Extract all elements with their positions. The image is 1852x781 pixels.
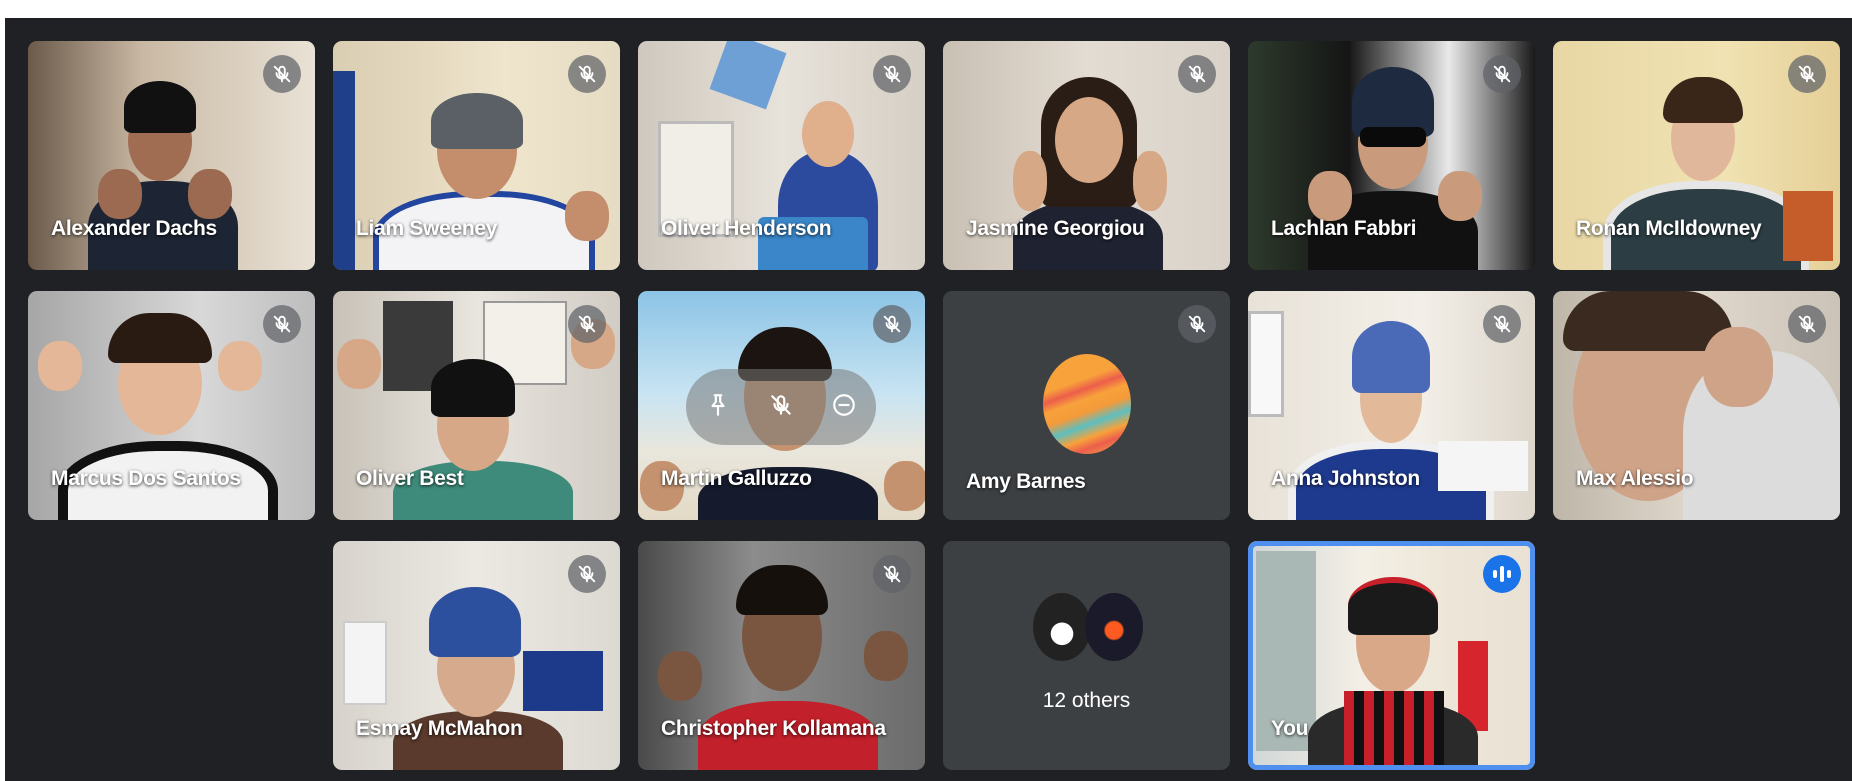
participant-tile[interactable]: Alexander Dachs bbox=[28, 41, 315, 270]
participant-name: Oliver Henderson bbox=[661, 217, 832, 240]
mic-off-icon bbox=[1788, 305, 1826, 343]
participant-tile[interactable]: Amy Barnes bbox=[943, 291, 1230, 520]
participant-tile[interactable]: Oliver Henderson bbox=[638, 41, 925, 270]
mic-off-icon bbox=[1178, 305, 1216, 343]
mic-off-icon[interactable] bbox=[768, 392, 794, 423]
mic-off-icon bbox=[1788, 55, 1826, 93]
participant-name: Martin Galluzzo bbox=[661, 467, 812, 490]
participant-avatar bbox=[1043, 354, 1131, 454]
participant-tile[interactable]: Esmay McMahon bbox=[333, 541, 620, 770]
mic-off-icon bbox=[1483, 55, 1521, 93]
participant-name: Alexander Dachs bbox=[51, 217, 217, 240]
participant-tile[interactable]: Martin Galluzzo bbox=[638, 291, 925, 520]
self-tile[interactable]: You bbox=[1248, 541, 1535, 770]
participant-name: Ronan McIldowney bbox=[1576, 217, 1762, 240]
participant-avatar bbox=[1033, 593, 1091, 661]
participant-tile[interactable]: Oliver Best bbox=[333, 291, 620, 520]
participant-name: Anna Johnston bbox=[1271, 467, 1420, 490]
mic-off-icon bbox=[1178, 55, 1216, 93]
mic-off-icon bbox=[873, 555, 911, 593]
mic-off-icon bbox=[263, 305, 301, 343]
participant-name: Oliver Best bbox=[356, 467, 464, 490]
pin-icon[interactable] bbox=[705, 392, 731, 423]
others-tile[interactable]: 12 others bbox=[943, 541, 1230, 770]
participant-tile[interactable]: Jasmine Georgiou bbox=[943, 41, 1230, 270]
speaking-indicator-icon bbox=[1483, 555, 1521, 593]
meeting-grid: Alexander Dachs Liam Sweeney Oliver Hend… bbox=[5, 18, 1852, 781]
mic-off-icon bbox=[873, 305, 911, 343]
participant-tile[interactable]: Liam Sweeney bbox=[333, 41, 620, 270]
others-count-label: 12 others bbox=[1042, 689, 1131, 712]
participant-name: Jasmine Georgiou bbox=[966, 217, 1145, 240]
participant-tile[interactable]: Lachlan Fabbri bbox=[1248, 41, 1535, 270]
mic-off-icon bbox=[263, 55, 301, 93]
participant-name: Max Alessio bbox=[1576, 467, 1694, 490]
participant-name: Marcus Dos Santos bbox=[51, 467, 241, 490]
participant-name: Amy Barnes bbox=[966, 470, 1086, 493]
participant-name: Esmay McMahon bbox=[356, 717, 523, 740]
mic-off-icon bbox=[873, 55, 911, 93]
participant-name: You bbox=[1271, 717, 1309, 740]
participant-name: Christopher Kollamana bbox=[661, 717, 886, 740]
participant-tile[interactable]: Christopher Kollamana bbox=[638, 541, 925, 770]
mic-off-icon bbox=[568, 555, 606, 593]
mic-off-icon bbox=[1483, 305, 1521, 343]
remove-icon[interactable] bbox=[831, 392, 857, 423]
participant-name: Liam Sweeney bbox=[356, 217, 498, 240]
participant-tile[interactable]: Max Alessio bbox=[1553, 291, 1840, 520]
participant-avatar bbox=[1085, 593, 1143, 661]
mic-off-icon bbox=[568, 55, 606, 93]
participant-name: Lachlan Fabbri bbox=[1271, 217, 1417, 240]
tile-hover-controls bbox=[686, 369, 876, 445]
participant-tile[interactable]: Marcus Dos Santos bbox=[28, 291, 315, 520]
participant-tile[interactable]: Anna Johnston bbox=[1248, 291, 1535, 520]
mic-off-icon bbox=[568, 305, 606, 343]
participant-tile[interactable]: Ronan McIldowney bbox=[1553, 41, 1840, 270]
others-avatar-stack bbox=[1033, 593, 1143, 661]
